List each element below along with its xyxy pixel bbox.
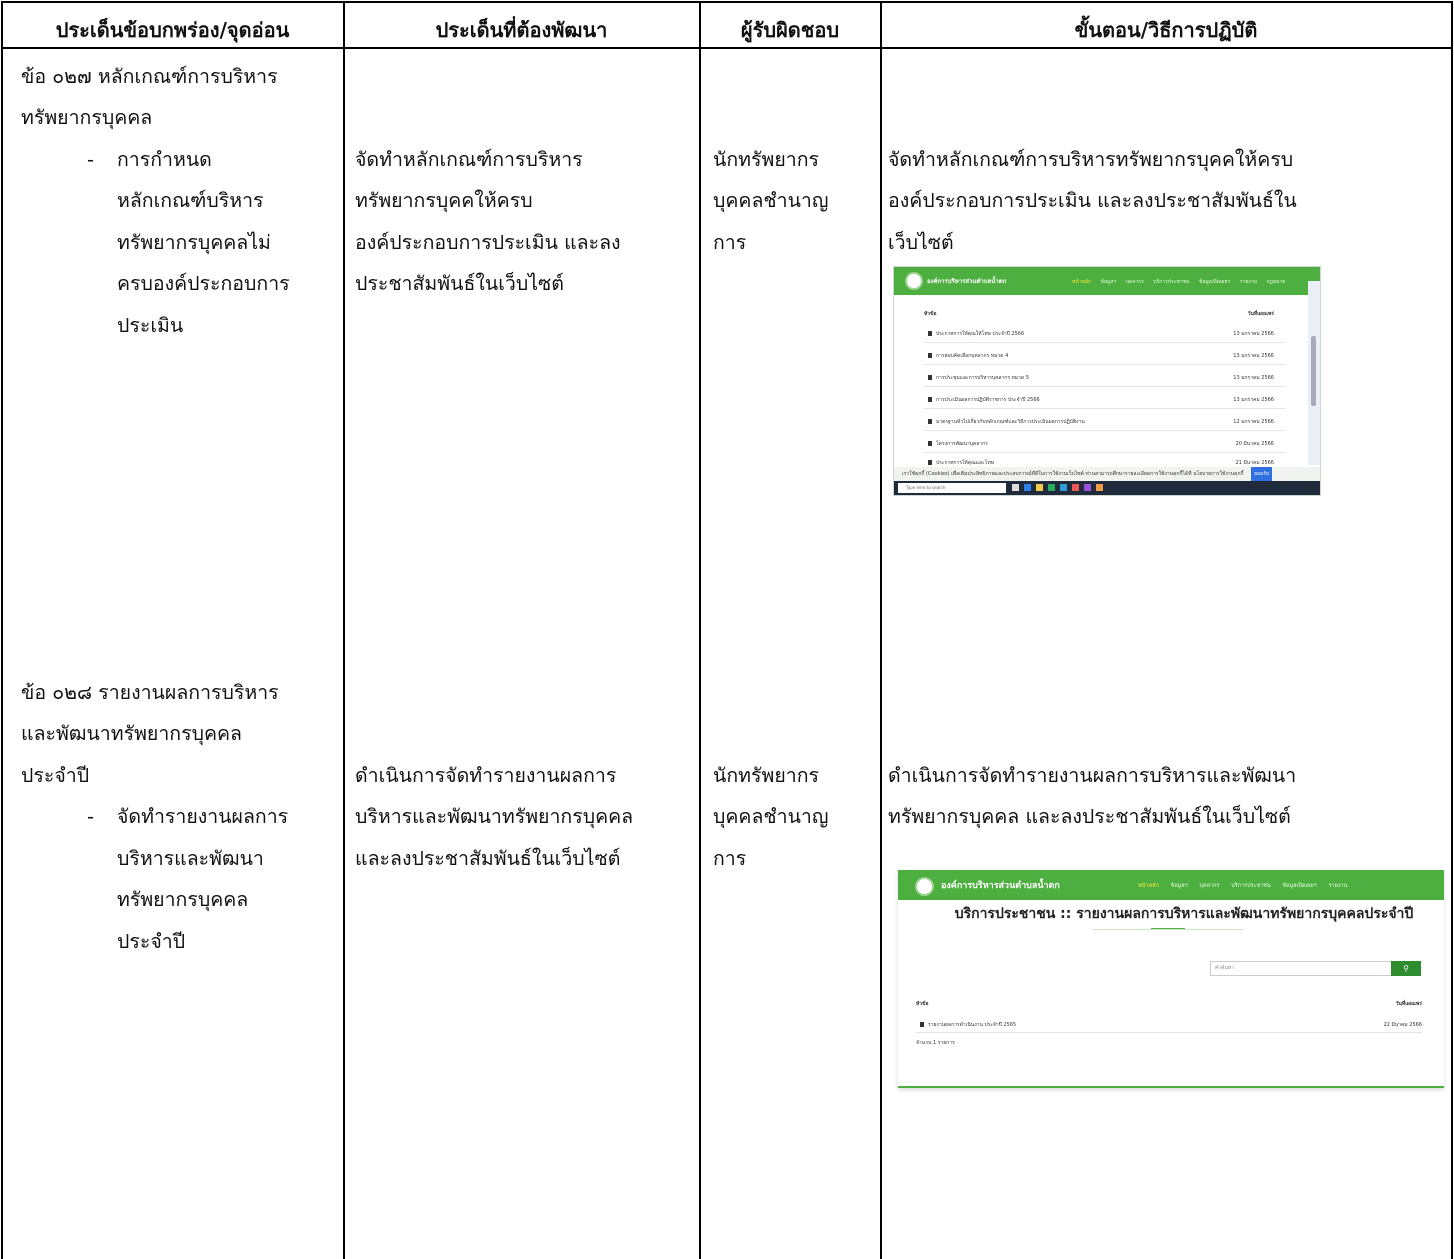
item1-steps-line: จัดทำหลักเกณฑ์การบริหารทรัพยากรบุคคให้คร… [888, 148, 1294, 171]
website-screenshot-hr-report: องค์การบริหารส่วนตำบลน้ำตก หน้าหลัก ข้อม… [898, 870, 1444, 1088]
item1-dev-line: องค์ประกอบการประเมิน และลง [355, 231, 621, 254]
plan-table: ประเด็นข้อบกพร่อง/จุดอ่อน ประเด็นที่ต้อง… [0, 0, 1454, 1259]
nav-item: รายงาน [1239, 279, 1257, 285]
item2-owner-line: การ [713, 847, 747, 870]
nav-item: ข้อมูลฯ [1170, 883, 1188, 889]
nav-item: หน้าหลัก [1138, 883, 1159, 889]
nav-item: บริการประชาชน [1231, 883, 1271, 889]
site-logo-icon [915, 877, 934, 896]
table-top-border [1, 1, 1453, 3]
taskbar-app-icon [1060, 484, 1067, 491]
item2-sub-line: ประจำปี [117, 930, 186, 953]
nav-item: ข้อมูลฯ [1100, 279, 1117, 285]
site-nav: หน้าหลัก ข้อมูลฯ บุคลากร บริการประชาชน ข… [1138, 882, 1347, 890]
item1-owner-line: นักทรัพยากร [713, 148, 819, 171]
item1-dev-line: ทรัพยากรบุคคให้ครบ [355, 189, 533, 212]
item2-dash: - [87, 805, 95, 828]
item1-sub-line: ครบองค์ประกอบการ [117, 272, 290, 295]
nav-item: กฎหมาย [1266, 279, 1286, 285]
heading-divider [1093, 929, 1243, 930]
col-divider-2 [699, 1, 701, 1259]
item1-steps-line: องค์ประกอบการประเมิน และลงประชาสัมพันธ์ใ… [888, 189, 1297, 212]
header-issue: ประเด็นข้อบกพร่อง/จุดอ่อน [55, 18, 290, 42]
item2-issue-line: ประจำปี [21, 764, 90, 787]
item2-issue-line: และพัฒนาทรัพยากรบุคคล [21, 722, 242, 745]
list-item: โครงการพัฒนาบุคลากร 20 มีนาคม 2566 [894, 440, 1320, 448]
item2-owner-line: นักทรัพยากร [713, 764, 819, 787]
item1-sub-line: ประเมิน [117, 314, 184, 337]
item2-dev-line: ดำเนินการจัดทำรายงานผลการ [355, 764, 617, 787]
list-item: การประเมินผลการปฏิบัติราชการ ประจำปี 256… [894, 396, 1320, 404]
taskbar-search: Type here to search [898, 483, 1006, 493]
nav-item: หน้าหลัก [1072, 279, 1091, 285]
header-owner: ผู้รับผิดชอบ [740, 18, 840, 42]
list-item: มาตรฐานทั่วไปเกี่ยวกับหลักเกณฑ์และวิธีกา… [894, 418, 1320, 426]
header-bottom-border [1, 47, 1453, 49]
list-item: ประกาศการให้คุณและโทษ 21 มีนาคม 2566 [894, 459, 1320, 467]
cookie-banner: เราใช้คุกกี้ (Cookies) เพื่อเพิ่มประสิทธ… [894, 467, 1320, 481]
cookie-text: เราใช้คุกกี้ (Cookies) เพื่อเพิ่มประสิทธ… [902, 471, 1244, 477]
list-header: หัวข้อ วันที่เผยแพร่ [924, 311, 1274, 317]
site-nav: หน้าหลัก ข้อมูลฯ บุคลากร บริการประชาชน ข… [1072, 278, 1285, 286]
item2-dev-line: บริหารและพัฒนาทรัพยากรบุคคล [355, 805, 634, 828]
windows-taskbar: Type here to search [894, 481, 1320, 495]
taskbar-app-icon [1024, 484, 1031, 491]
table-right-border [1451, 1, 1453, 1259]
item1-dev-line: จัดทำหลักเกณฑ์การบริหาร [355, 148, 583, 171]
site-brand: องค์การบริหารส่วนตำบลน้ำตก [941, 881, 1060, 891]
item2-sub-line: บริหารและพัฒนา [117, 847, 264, 870]
list-item: ประกาศการให้คุณให้โทษ ประจำปี 2566 13 มกร… [894, 330, 1320, 338]
item2-steps-line: ดำเนินการจัดทำรายงานผลการบริหารและพัฒนา [888, 764, 1297, 787]
taskbar-app-icon [1096, 484, 1103, 491]
scrollbar [1308, 281, 1320, 465]
search-input: คำค้นหา [1210, 961, 1394, 976]
taskbar-app-icon [1084, 484, 1091, 491]
list-item: การสอบคัดเลือกบุคลากร หมวด 4 13 มกราคม 25… [894, 352, 1320, 360]
item2-sub-line: จัดทำรายงานผลการ [117, 805, 289, 828]
nav-item: ข้อมูลเปิดเผยฯ [1282, 883, 1317, 889]
site-brand: องค์การบริหารส่วนตำบลน้ำตก [927, 278, 1007, 285]
col-divider-1 [343, 1, 345, 1259]
search-button: ⚲ [1391, 961, 1421, 976]
item1-owner-line: บุคคลชำนาญ [713, 189, 829, 212]
item-count: จำนวน 1 รายการ [916, 1040, 955, 1046]
item2-issue-line: ข้อ ๐๒๘ รายงานผลการบริหาร [21, 681, 279, 704]
list-item: รายงานผลการดำเนินงาน ประจำปี 2565 22 มีนา… [898, 1021, 1444, 1029]
website-screenshot-hr-criteria: องค์การบริหารส่วนตำบลน้ำตก หน้าหลัก ข้อม… [893, 266, 1321, 496]
item1-sub-line: ทรัพยากรบุคคลไม่ [117, 231, 271, 254]
table-left-border [1, 1, 3, 1259]
item1-issue-line: ทรัพยากรบุคคล [21, 106, 153, 129]
nav-item: รายงาน [1328, 883, 1348, 889]
item1-dash: - [87, 148, 95, 171]
taskbar-app-icon [1072, 484, 1079, 491]
taskbar-app-icon [1012, 484, 1019, 491]
cookie-accept-button: ยอมรับ [1251, 467, 1273, 481]
item1-owner-line: การ [713, 231, 747, 254]
taskbar-app-icon [1048, 484, 1055, 491]
page-heading: บริการประชาชน :: รายงานผลการบริหารและพัฒ… [954, 906, 1414, 922]
col-divider-3 [880, 1, 882, 1259]
list-header: หัวข้อ วันที่เผยแพร่ [916, 1001, 1422, 1007]
site-logo-icon [905, 272, 923, 290]
nav-item: ข้อมูลเปิดเผยฯ [1198, 279, 1231, 285]
item2-dev-line: และลงประชาสัมพันธ์ในเว็บไซต์ [355, 847, 621, 870]
item2-owner-line: บุคคลชำนาญ [713, 805, 829, 828]
item2-sub-line: ทรัพยากรบุคคล [117, 888, 249, 911]
item1-steps-line: เว็บไซต์ [888, 231, 954, 254]
item1-sub-line: หลักเกณฑ์บริหาร [117, 189, 264, 212]
item1-dev-line: ประชาสัมพันธ์ในเว็บไซต์ [355, 272, 564, 295]
nav-item: บริการประชาชน [1153, 279, 1190, 285]
nav-item: บุคลากร [1199, 883, 1220, 889]
nav-item: บุคลากร [1125, 279, 1144, 285]
item1-sub-line: การกำหนด [117, 148, 212, 171]
header-steps: ขั้นตอน/วิธีการปฏิบัติ [1074, 18, 1258, 42]
list-item: การประชุมและการบริหารบุคลากร หมวด 5 13 มก… [894, 374, 1320, 382]
taskbar-app-icon [1036, 484, 1043, 491]
item1-issue-line: ข้อ ๐๒๗ หลักเกณฑ์การบริหาร [21, 65, 278, 88]
item2-steps-line: ทรัพยากรบุคคล และลงประชาสัมพันธ์ในเว็บไซ… [888, 805, 1291, 828]
header-development: ประเด็นที่ต้องพัฒนา [435, 18, 608, 42]
